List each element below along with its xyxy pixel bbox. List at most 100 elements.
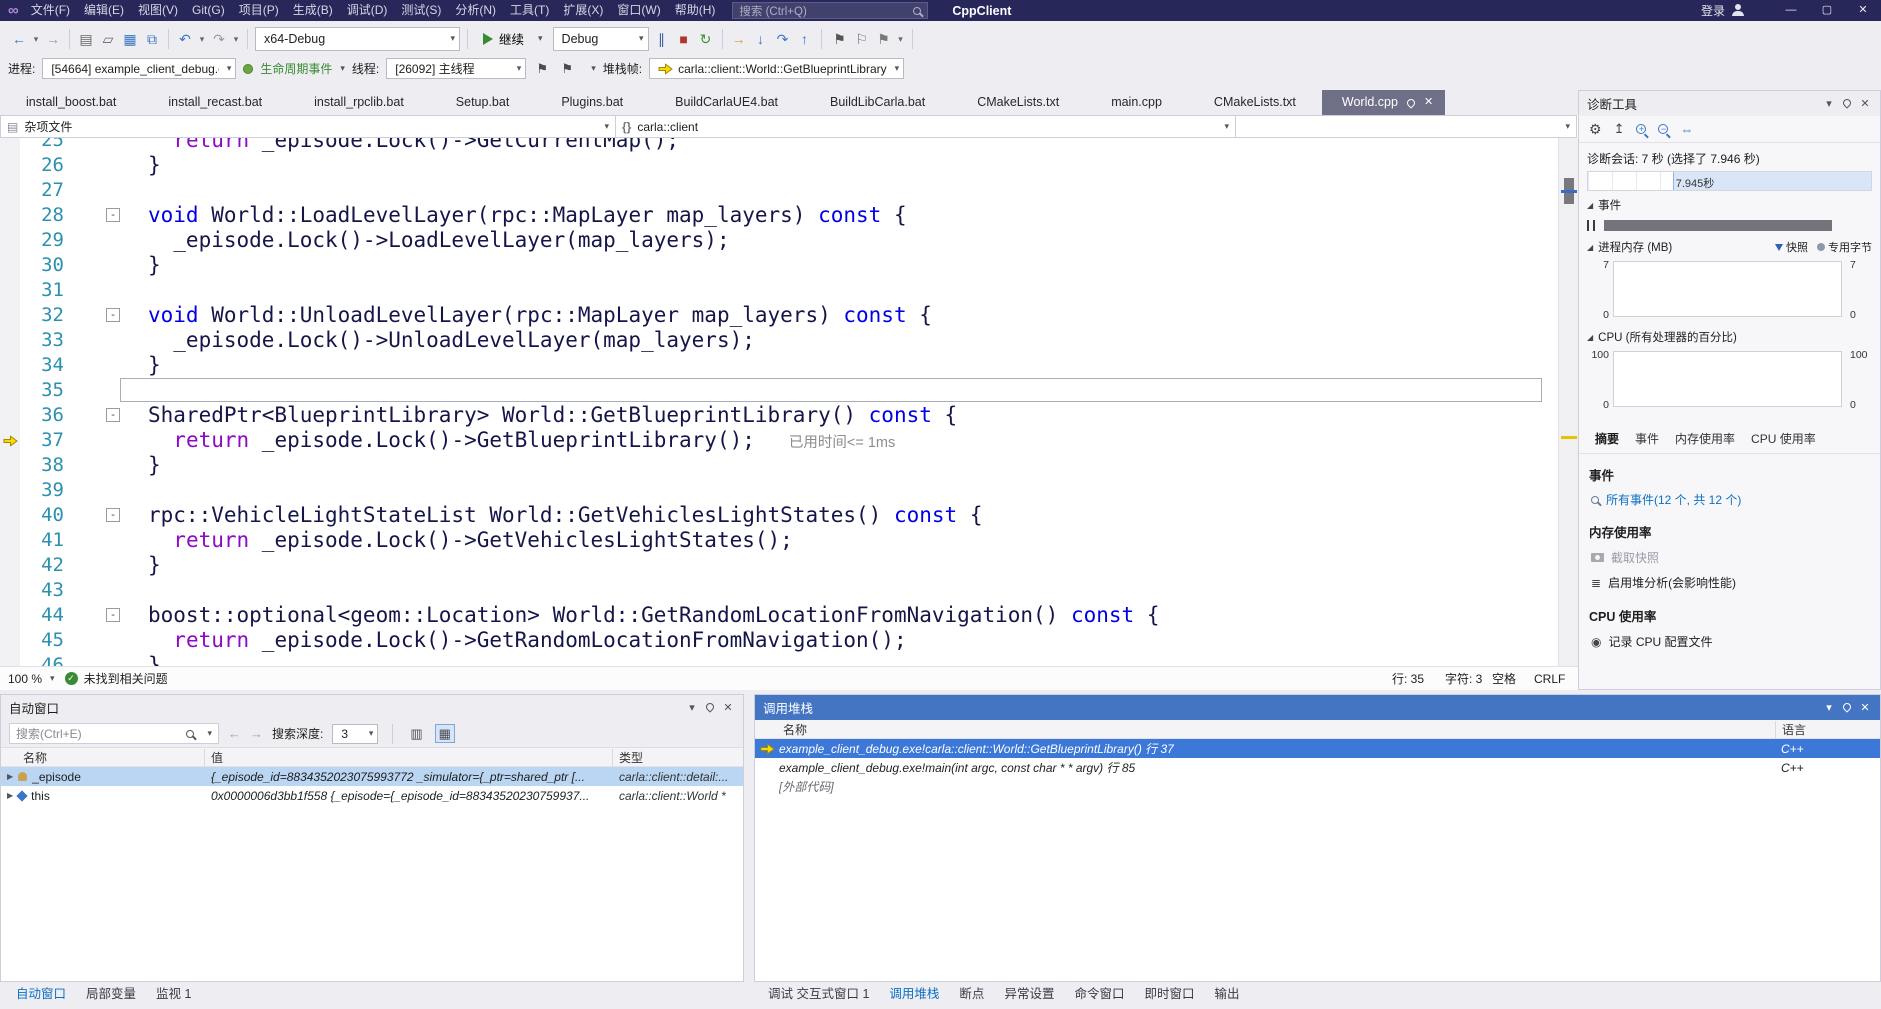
stop-icon[interactable]: ■: [673, 28, 695, 50]
column-header-language[interactable]: 语言: [1775, 721, 1880, 738]
line-number[interactable]: 30: [20, 253, 78, 278]
chevron-down-icon[interactable]: [583, 63, 596, 74]
line-number[interactable]: 28: [20, 203, 78, 228]
chevron-down-icon[interactable]: [887, 63, 900, 74]
flag-threads-icon[interactable]: [533, 61, 551, 77]
take-snapshot-button[interactable]: 截取快照: [1579, 545, 1880, 570]
chevron-down-icon[interactable]: [199, 728, 212, 739]
variable-row[interactable]: ▶this0x0000006d3bb1f558 {_episode={_epis…: [1, 786, 743, 805]
line-number[interactable]: 34: [20, 353, 78, 378]
close-icon[interactable]: ✕: [1856, 97, 1874, 110]
pin-icon[interactable]: [1838, 702, 1856, 714]
search-next-icon[interactable]: →: [250, 726, 263, 741]
line-number[interactable]: 41: [20, 528, 78, 553]
stack-frame-row[interactable]: example_client_debug.exe!carla::client::…: [755, 739, 1880, 758]
right-pane-tab[interactable]: 调用堆栈: [879, 982, 949, 1007]
stack-frame-dropdown[interactable]: carla::client::World::GetBlueprintLibrar…: [649, 58, 904, 79]
column-header-name[interactable]: 名称: [1, 749, 205, 766]
memory-section-header[interactable]: 进程内存 (MB) 快照 专用字节: [1579, 233, 1880, 257]
line-number[interactable]: 39: [20, 478, 78, 503]
line-number[interactable]: 45: [20, 628, 78, 653]
collapse-triangle-icon[interactable]: [1587, 333, 1593, 342]
line-number[interactable]: 35: [20, 378, 78, 403]
document-tab[interactable]: CMakeLists.txt: [1188, 90, 1322, 115]
document-tab[interactable]: Setup.bat: [430, 90, 536, 115]
menu-item[interactable]: 编辑(E): [77, 0, 131, 21]
stack-frame-row[interactable]: [外部代码]: [755, 777, 1880, 796]
process-dropdown[interactable]: [54664] example_client_debug.e: [42, 58, 236, 79]
chevron-down-icon[interactable]: [442, 33, 455, 44]
menu-item[interactable]: 帮助(H): [668, 0, 723, 21]
menu-item[interactable]: 项目(P): [232, 0, 286, 21]
document-tab[interactable]: main.cpp: [1085, 90, 1188, 115]
document-tab[interactable]: install_rpclib.bat: [288, 90, 430, 115]
sign-in-button[interactable]: 登录: [1701, 2, 1745, 19]
line-number[interactable]: 46: [20, 653, 78, 666]
bookmark-prev-icon[interactable]: ⚐: [851, 28, 873, 50]
step-over-icon[interactable]: ↷: [772, 28, 794, 50]
minimize-button[interactable]: —: [1773, 0, 1809, 21]
dropdown-icon[interactable]: ▾: [895, 28, 907, 50]
pin-icon[interactable]: [1405, 97, 1416, 108]
document-tab[interactable]: install_recast.bat: [142, 90, 288, 115]
document-tab[interactable]: Plugins.bat: [535, 90, 649, 115]
expand-arrow-icon[interactable]: ▶: [7, 772, 13, 781]
document-tab[interactable]: World.cpp✕: [1322, 90, 1445, 115]
column-header-type[interactable]: 类型: [613, 749, 743, 766]
line-number[interactable]: 31: [20, 278, 78, 303]
diagnostics-tab[interactable]: CPU 使用率: [1743, 427, 1824, 453]
document-tab[interactable]: install_boost.bat: [0, 90, 142, 115]
zoom-in-icon[interactable]: +: [1636, 124, 1646, 134]
new-file-icon[interactable]: ▤: [75, 28, 97, 50]
menu-item[interactable]: 扩展(X): [556, 0, 610, 21]
collapse-region-icon[interactable]: -: [106, 208, 120, 222]
line-number[interactable]: 43: [20, 578, 78, 603]
type-dropdown[interactable]: {} carla::client: [615, 115, 1236, 138]
configuration-dropdown[interactable]: x64-Debug: [255, 27, 460, 51]
pause-icon[interactable]: ∥: [651, 28, 673, 50]
document-tab[interactable]: BuildCarlaUE4.bat: [649, 90, 804, 115]
pin-icon[interactable]: [1838, 98, 1856, 110]
step-out-icon[interactable]: ↑: [794, 28, 816, 50]
events-bar[interactable]: [1604, 220, 1832, 231]
restart-icon[interactable]: ↻: [695, 28, 717, 50]
member-dropdown[interactable]: [1235, 115, 1577, 138]
left-pane-tab[interactable]: 局部变量: [76, 982, 146, 1007]
column-header-value[interactable]: 值: [205, 749, 613, 766]
undo-icon[interactable]: ↶: [174, 28, 196, 50]
chevron-down-icon[interactable]: [332, 63, 345, 74]
right-pane-tab[interactable]: 输出: [1204, 982, 1249, 1007]
window-position-icon[interactable]: ▾: [1820, 97, 1838, 110]
export-icon[interactable]: ↥: [1614, 121, 1625, 137]
left-pane-tab[interactable]: 监视 1: [146, 982, 201, 1007]
events-section-header[interactable]: 事件: [1579, 191, 1880, 215]
chevron-down-icon[interactable]: [596, 121, 609, 132]
diagnostics-tab[interactable]: 事件: [1627, 427, 1667, 453]
document-tab[interactable]: CMakeLists.txt: [951, 90, 1085, 115]
chevron-down-icon[interactable]: [219, 63, 232, 74]
pin-icon[interactable]: [701, 702, 719, 714]
cpu-section-header[interactable]: CPU (所有处理器的百分比): [1579, 323, 1880, 347]
collapse-region-icon[interactable]: -: [106, 308, 120, 322]
column-header-name[interactable]: 名称: [755, 721, 1775, 738]
line-number[interactable]: 40: [20, 503, 78, 528]
lifecycle-events-dropdown[interactable]: 生命周期事件: [260, 60, 345, 77]
save-icon[interactable]: ▦: [119, 28, 141, 50]
back-arrow-icon[interactable]: ←: [8, 28, 30, 50]
bookmark-next-icon[interactable]: ⚑: [873, 28, 895, 50]
diagnostics-tab[interactable]: 摘要: [1587, 427, 1627, 453]
close-icon[interactable]: ✕: [719, 701, 737, 714]
menu-item[interactable]: 测试(S): [394, 0, 448, 21]
search-prev-icon[interactable]: ←: [228, 726, 241, 741]
window-position-icon[interactable]: ▾: [1820, 701, 1838, 714]
line-number[interactable]: 27: [20, 178, 78, 203]
chevron-down-icon[interactable]: [631, 33, 644, 44]
close-icon[interactable]: ✕: [1424, 90, 1433, 115]
menu-item[interactable]: 文件(F): [24, 0, 77, 21]
chevron-down-icon[interactable]: [1557, 121, 1570, 132]
cpu-chart[interactable]: 100 0 100 0: [1587, 349, 1872, 413]
line-number[interactable]: 29: [20, 228, 78, 253]
zoom-out-icon[interactable]: −: [1658, 124, 1668, 134]
menu-item[interactable]: 调试(D): [340, 0, 395, 21]
zoom-dropdown[interactable]: 100 %: [8, 672, 42, 686]
